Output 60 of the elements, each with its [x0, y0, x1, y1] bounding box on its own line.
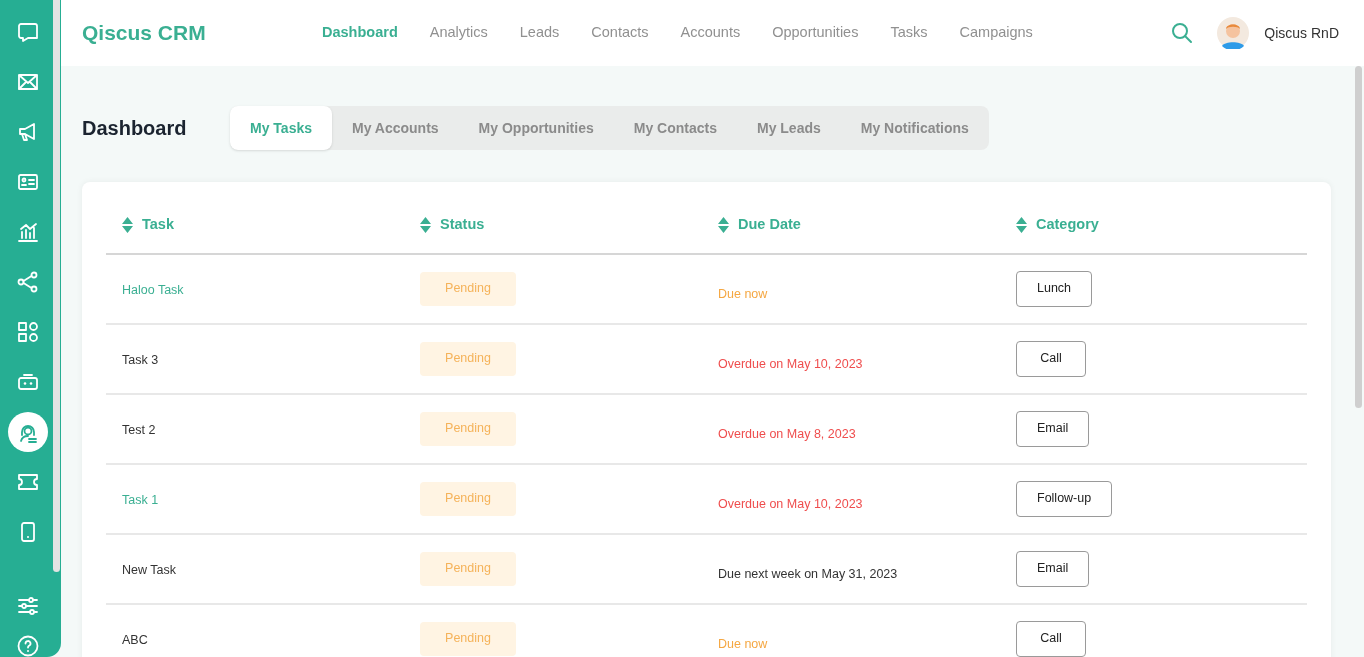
column-header[interactable]: Due Date — [738, 214, 801, 236]
scrollbar[interactable] — [1355, 66, 1362, 408]
tab[interactable]: My Tasks — [230, 106, 332, 150]
task-name[interactable]: Test 2 — [122, 422, 156, 437]
task-name[interactable]: Task 1 — [122, 492, 159, 507]
nav-link[interactable]: Campaigns — [959, 22, 1033, 44]
nav-link[interactable]: Contacts — [591, 22, 649, 44]
due-date: Due now — [718, 636, 768, 651]
brand-logo[interactable]: Qiscus CRM — [82, 17, 322, 49]
due-date: Due now — [718, 286, 768, 301]
sort-icon[interactable] — [420, 216, 431, 233]
tab[interactable]: My Opportunities — [458, 106, 614, 150]
status-badge: Pending — [420, 271, 516, 306]
category-tag: Call — [1016, 620, 1086, 657]
category-tag: Follow-up — [1016, 480, 1113, 517]
tab[interactable]: My Accounts — [332, 106, 459, 150]
category-tag: Email — [1016, 410, 1090, 447]
status-badge: Pending — [420, 551, 516, 586]
status-badge: Pending — [420, 621, 516, 656]
chat-bubble-icon — [15, 20, 40, 44]
tab[interactable]: My Leads — [736, 106, 841, 150]
help-icon — [15, 634, 40, 657]
settings-icon — [15, 594, 40, 618]
share-icon — [15, 270, 40, 294]
sort-icon[interactable] — [718, 216, 729, 233]
sidebar-item[interactable] — [7, 412, 48, 452]
nav-link[interactable]: Analytics — [429, 22, 488, 44]
tab[interactable]: My Contacts — [613, 106, 737, 150]
nav-link[interactable]: Leads — [519, 22, 560, 44]
sort-icon[interactable] — [122, 216, 133, 233]
avatar[interactable] — [1217, 17, 1250, 49]
search-icon[interactable] — [1171, 22, 1194, 44]
column-header[interactable]: Category — [1036, 214, 1099, 236]
nav-link[interactable]: Dashboard — [322, 22, 398, 44]
due-date: Overdue on May 10, 2023 — [718, 356, 863, 371]
category-tag: Email — [1016, 550, 1090, 587]
scrollbar[interactable] — [53, 0, 60, 572]
nav-link[interactable]: Tasks — [890, 22, 928, 44]
task-name[interactable]: Haloo Task — [122, 282, 184, 297]
user-name[interactable]: Qiscus RnD — [1264, 22, 1339, 44]
status-badge: Pending — [420, 481, 516, 516]
category-tag: Call — [1016, 340, 1086, 377]
task-name[interactable]: New Task — [122, 562, 176, 577]
due-date: Overdue on May 8, 2023 — [718, 426, 856, 441]
tab[interactable]: My Notifications — [840, 106, 989, 150]
due-date: Overdue on May 10, 2023 — [718, 496, 863, 511]
task-name[interactable]: ABC — [122, 632, 148, 647]
bar-chart-icon — [15, 220, 40, 244]
sort-icon[interactable] — [1016, 216, 1027, 233]
grid-icon — [15, 320, 40, 344]
category-tag: Lunch — [1016, 270, 1093, 307]
column-header[interactable]: Task — [142, 214, 174, 236]
status-badge: Pending — [420, 411, 516, 446]
column-header[interactable]: Status — [440, 214, 485, 236]
page-title: Dashboard — [82, 116, 188, 141]
due-date: Due next week on May 31, 2023 — [718, 566, 898, 581]
status-badge: Pending — [420, 341, 516, 376]
task-name[interactable]: Task 3 — [122, 352, 159, 367]
nav-link[interactable]: Opportunities — [772, 22, 859, 44]
nav-link[interactable]: Accounts — [680, 22, 741, 44]
